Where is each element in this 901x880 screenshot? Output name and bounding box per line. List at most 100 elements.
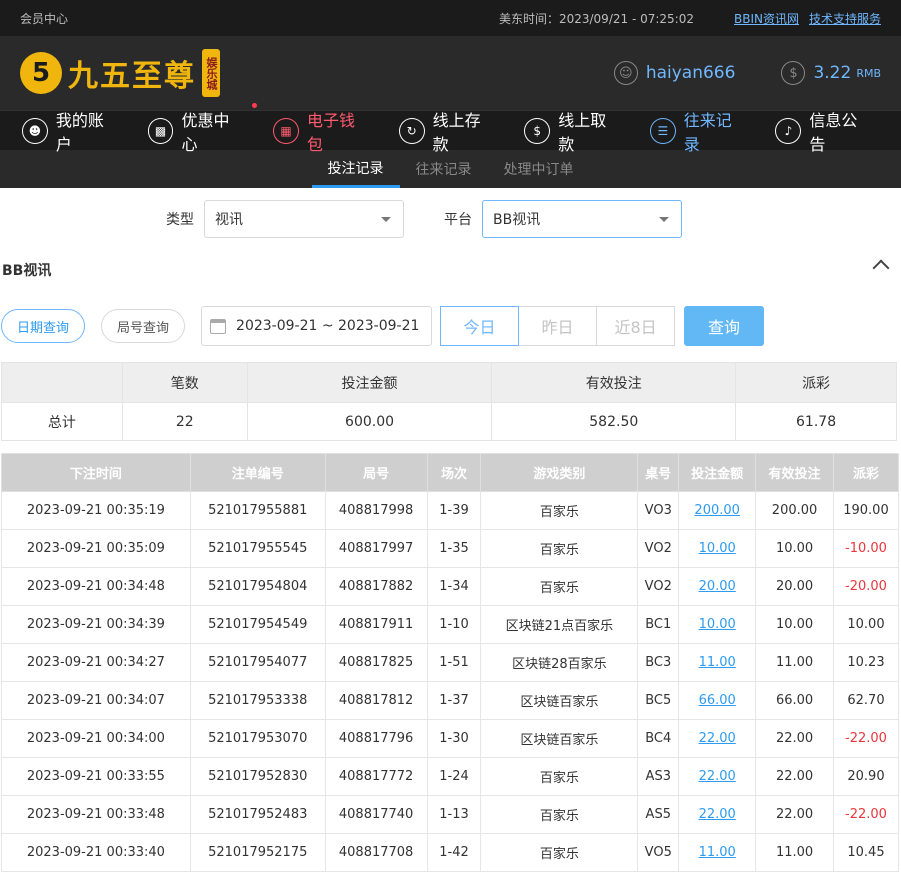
records-icon: ☰ xyxy=(649,117,676,144)
tech-support-link[interactable]: 技术支持服务 xyxy=(809,10,881,27)
table-cell: 2023-09-21 00:34:00 xyxy=(1,719,191,758)
calendar-icon xyxy=(210,318,227,334)
table-row: 2023-09-21 00:34:39 521017954549 408817911… xyxy=(1,605,900,644)
table-cell: 1-10 xyxy=(426,605,482,644)
table-cell: 20.90 xyxy=(832,757,900,796)
logo-mark: 5 xyxy=(20,52,62,94)
table-cell: 1-30 xyxy=(426,719,482,758)
platform-select[interactable]: BB视讯 xyxy=(482,200,682,238)
table-cell: 百家乐 xyxy=(480,757,639,796)
table-cell: 521017952175 xyxy=(189,833,326,872)
chevron-up-icon[interactable] xyxy=(872,259,890,277)
platform-label: 平台 xyxy=(444,212,472,228)
round-query-button[interactable]: 局号查询 xyxy=(101,309,186,343)
nav-label: 线上存款 xyxy=(432,110,481,154)
table-cell: 521017952483 xyxy=(189,795,326,834)
type-value: 视讯 xyxy=(215,212,243,228)
date-range-input[interactable]: 2023-09-21 ~ 2023-09-21 xyxy=(201,306,433,346)
table-cell: 2023-09-21 00:34:07 xyxy=(1,681,191,720)
table-cell[interactable]: 11.00 xyxy=(678,643,757,682)
table-cell: 408817708 xyxy=(324,833,428,872)
table-cell: AS5 xyxy=(637,795,680,834)
table-cell[interactable]: 22.00 xyxy=(678,795,757,834)
summary-table: 笔数 投注金额 有效投注 派彩 总计 22 600.00 582.50 61.7… xyxy=(1,362,897,441)
nav-records[interactable]: ☰ 往来记录 xyxy=(649,107,748,155)
column-header: 派彩 xyxy=(832,453,900,492)
table-cell: -20.00 xyxy=(832,567,900,606)
nav-withdraw[interactable]: $ 线上取款 xyxy=(524,107,622,155)
table-cell: 2023-09-21 00:33:55 xyxy=(1,757,191,796)
header: 5 九五至尊 娱乐城 ☺ haiyan666 $ 3.22 RMB xyxy=(0,36,901,110)
username: haiyan666 xyxy=(645,63,736,83)
summary-cell: 600.00 xyxy=(246,402,493,441)
summary-cell: 61.78 xyxy=(735,402,897,441)
nav-promotions[interactable]: ▩ 优惠中心 xyxy=(147,102,258,155)
nav-my-account[interactable]: ☻ 我的账户 xyxy=(22,107,120,155)
today-button[interactable]: 今日 xyxy=(440,306,520,346)
bbin-news-link[interactable]: BBIN资讯网 xyxy=(734,10,799,27)
table-cell[interactable]: 66.00 xyxy=(678,681,757,720)
chevron-down-icon xyxy=(659,217,669,222)
type-select[interactable]: 视讯 xyxy=(204,200,404,238)
table-row: 2023-09-21 00:35:09 521017955545 408817997… xyxy=(1,529,900,568)
table-cell[interactable]: 10.00 xyxy=(678,529,757,568)
tab-pending-orders[interactable]: 处理中订单 xyxy=(488,150,590,188)
currency: RMB xyxy=(856,66,881,80)
summary-header xyxy=(1,362,123,403)
table-cell: 区块链百家乐 xyxy=(480,719,639,758)
column-header: 注单编号 xyxy=(189,453,326,492)
table-cell[interactable]: 22.00 xyxy=(678,757,757,796)
column-header: 局号 xyxy=(324,453,428,492)
summary-cell: 总计 xyxy=(1,402,123,441)
yesterday-button[interactable]: 昨日 xyxy=(518,306,598,346)
table-cell: AS3 xyxy=(637,757,680,796)
table-cell: 2023-09-21 00:33:48 xyxy=(1,795,191,834)
last-8-days-button[interactable]: 近8日 xyxy=(596,306,676,346)
summary-row: 总计 22 600.00 582.50 61.78 xyxy=(1,402,897,441)
nav-e-wallet[interactable]: ▦ 电子钱包 xyxy=(273,107,371,155)
table-cell: 百家乐 xyxy=(480,833,639,872)
logo[interactable]: 5 九五至尊 娱乐城 xyxy=(20,49,220,97)
date-range-value: 2023-09-21 ~ 2023-09-21 xyxy=(236,318,420,334)
sub-tabs: 投注记录 往来记录 处理中订单 xyxy=(0,150,901,188)
table-cell: 408817882 xyxy=(324,567,428,606)
summary-cell: 22 xyxy=(121,402,248,441)
date-query-button[interactable]: 日期查询 xyxy=(1,309,86,343)
dollar-icon: $ xyxy=(781,61,806,85)
table-cell: 10.45 xyxy=(832,833,900,872)
table-cell: BC4 xyxy=(637,719,680,758)
nav-deposit[interactable]: ↻ 线上存款 xyxy=(398,107,497,155)
table-cell: 408817812 xyxy=(324,681,428,720)
nav-announcements[interactable]: ♪ 信息公告 xyxy=(775,107,873,155)
table-cell: 1-39 xyxy=(426,491,482,530)
search-button[interactable]: 查询 xyxy=(684,306,765,346)
table-cell[interactable]: 200.00 xyxy=(678,491,757,530)
table-cell: 2023-09-21 00:34:48 xyxy=(1,567,191,606)
table-cell: VO2 xyxy=(637,567,680,606)
table-cell: 2023-09-21 00:33:40 xyxy=(1,833,191,872)
table-cell: 20.00 xyxy=(755,567,834,606)
gift-icon: ▩ xyxy=(147,117,174,144)
table-row: 2023-09-21 00:33:55 521017952830 408817772… xyxy=(1,757,900,796)
table-cell: VO3 xyxy=(637,491,680,530)
table-cell: 1-13 xyxy=(426,795,482,834)
table-cell: 22.00 xyxy=(755,757,834,796)
member-center-label: 会员中心 xyxy=(20,11,69,26)
table-cell: VO5 xyxy=(637,833,680,872)
deposit-icon: ↻ xyxy=(398,117,425,144)
table-row: 2023-09-21 00:34:48 521017954804 408817882… xyxy=(1,567,900,606)
nav-label: 电子钱包 xyxy=(307,110,356,154)
tab-bet-records[interactable]: 投注记录 xyxy=(311,150,400,188)
table-cell: 200.00 xyxy=(755,491,834,530)
nav-label: 信息公告 xyxy=(809,110,858,154)
table-cell[interactable]: 20.00 xyxy=(678,567,757,606)
table-cell[interactable]: 10.00 xyxy=(678,605,757,644)
section-title: BB视讯 xyxy=(2,263,52,279)
tab-transaction-records[interactable]: 往来记录 xyxy=(400,150,488,188)
table-cell[interactable]: 22.00 xyxy=(678,719,757,758)
user-icon: ☻ xyxy=(22,117,48,144)
notification-dot xyxy=(252,102,258,108)
table-cell: 1-42 xyxy=(426,833,482,872)
user-info[interactable]: ☺ haiyan666 xyxy=(613,61,736,85)
table-cell[interactable]: 11.00 xyxy=(678,833,757,872)
